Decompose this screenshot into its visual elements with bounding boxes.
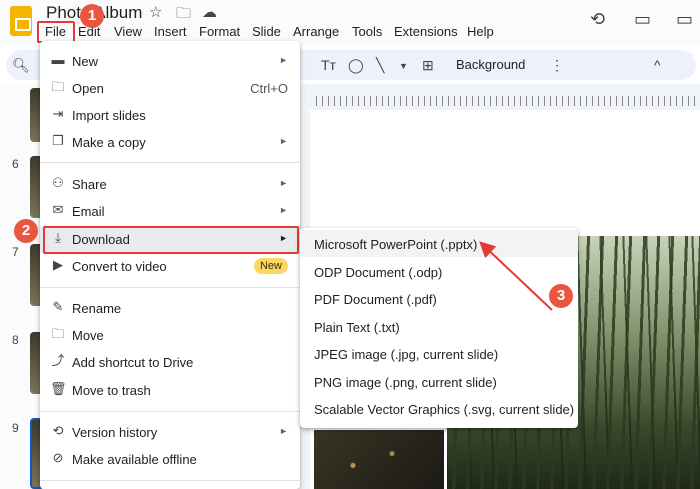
open-folder-icon: 🗀 xyxy=(51,79,65,94)
file-menu-dropdown: ▬ New ► 🗀 Open Ctrl+O ⇥ Import slides ❐ … xyxy=(40,41,300,489)
menu-help[interactable]: Help xyxy=(467,23,494,41)
menu-divider xyxy=(40,411,300,412)
slide-photo-image[interactable] xyxy=(314,430,444,489)
menu-format[interactable]: Format xyxy=(199,23,240,41)
email-icon: ✉ xyxy=(52,202,64,217)
move-icon: 🗀 xyxy=(51,326,65,341)
menu-arrange[interactable]: Arrange xyxy=(293,23,339,41)
present-icon[interactable]: ▭ xyxy=(676,9,693,30)
callout-badge-2: 2 xyxy=(14,219,38,243)
file-menu-item-move[interactable]: 🗀 Move xyxy=(40,322,300,349)
submenu-arrow-icon: ► xyxy=(279,136,288,146)
history-icon: ⟲ xyxy=(52,423,64,438)
submenu-item-label: PDF Document (.pdf) xyxy=(314,292,437,307)
slides-logo-icon[interactable] xyxy=(10,6,32,36)
file-menu-item-version-history[interactable]: ⟲ Version history ► xyxy=(40,419,300,446)
slide-number: 7 xyxy=(12,245,19,259)
comments-icon[interactable]: ▭ xyxy=(634,9,651,30)
file-menu-item-email[interactable]: ✉ Email ► xyxy=(40,198,300,225)
menu-divider xyxy=(40,480,300,481)
import-icon: ⇥ xyxy=(52,106,64,121)
new-icon: ▬ xyxy=(51,52,65,67)
submenu-item-label: JPEG image (.jpg, current slide) xyxy=(314,347,499,362)
keyboard-shortcut: Ctrl+O xyxy=(250,81,288,96)
file-menu-item-new[interactable]: ▬ New ► xyxy=(40,48,300,75)
horizontal-ruler xyxy=(316,96,700,106)
menu-item-label: Email xyxy=(72,204,105,219)
callout-badge-3: 3 xyxy=(549,284,573,308)
download-option-jpg[interactable]: JPEG image (.jpg, current slide) xyxy=(300,340,578,367)
file-menu-item-move-to-trash[interactable]: 🗑 Move to trash xyxy=(40,377,300,404)
menu-item-label: Rename xyxy=(72,301,122,316)
file-menu-item-make-available-offline[interactable]: ⊘ Make available offline xyxy=(40,446,300,473)
shape-icon[interactable]: ◯ xyxy=(348,57,364,74)
star-icon[interactable]: ☆ xyxy=(149,3,162,21)
download-highlight-box xyxy=(43,226,299,254)
file-menu-item-add-shortcut[interactable]: ⤴ Add shortcut to Drive xyxy=(40,349,300,376)
more-options-icon[interactable]: ⋮ xyxy=(550,57,564,74)
menu-item-label: Convert to video xyxy=(72,259,167,274)
menu-item-label: Make available offline xyxy=(72,452,197,467)
menu-item-label: Share xyxy=(72,177,107,192)
menu-item-label: Make a copy xyxy=(72,135,146,150)
menu-extensions[interactable]: Extensions xyxy=(394,23,458,41)
menu-item-label: Move xyxy=(72,328,104,343)
download-option-svg[interactable]: Scalable Vector Graphics (.svg, current … xyxy=(300,395,578,422)
menu-insert[interactable]: Insert xyxy=(154,23,187,41)
slide-number: 6 xyxy=(12,157,19,171)
cloud-saved-icon[interactable]: ☁ xyxy=(202,3,217,21)
text-style-icon[interactable]: Tт xyxy=(321,57,336,73)
file-menu-item-convert-to-video[interactable]: ▶ Convert to video New xyxy=(40,253,300,280)
file-menu-highlight-box xyxy=(37,21,75,43)
line-icon[interactable]: ╲ xyxy=(376,57,384,74)
download-option-png[interactable]: PNG image (.png, current slide) xyxy=(300,368,578,395)
collapse-toolbar-icon[interactable]: ^ xyxy=(654,57,661,73)
menu-slide[interactable]: Slide xyxy=(252,23,281,41)
menu-divider xyxy=(40,162,300,163)
menu-item-label: Add shortcut to Drive xyxy=(72,355,194,370)
submenu-arrow-icon: ► xyxy=(279,55,288,65)
comment-add-icon[interactable]: ⊞ xyxy=(422,57,434,74)
app-header: Photo Album ☆ 🗀 ☁ File Edit View Insert … xyxy=(0,0,700,46)
callout-arrow xyxy=(479,241,553,311)
video-icon: ▶ xyxy=(53,257,63,272)
submenu-item-label: Plain Text (.txt) xyxy=(314,320,400,335)
menu-item-label: Version history xyxy=(72,425,158,440)
version-history-icon[interactable]: ⟲ xyxy=(590,9,605,30)
trash-icon: 🗑 xyxy=(50,381,67,396)
menu-tools[interactable]: Tools xyxy=(352,23,382,41)
new-badge: New xyxy=(253,258,288,274)
shortcut-icon: ⤴ xyxy=(51,353,65,368)
share-icon: ⚇ xyxy=(52,175,64,190)
menu-item-label: Open xyxy=(72,81,104,96)
submenu-arrow-icon: ► xyxy=(279,178,288,188)
file-menu-item-make-a-copy[interactable]: ❐ Make a copy ► xyxy=(40,129,300,156)
submenu-item-label: Microsoft PowerPoint (.pptx) xyxy=(314,237,478,252)
submenu-arrow-icon: ► xyxy=(279,426,288,436)
file-menu-item-open[interactable]: 🗀 Open Ctrl+O xyxy=(40,75,300,102)
menu-view[interactable]: View xyxy=(114,23,142,41)
file-menu-item-rename[interactable]: ✎ Rename xyxy=(40,295,300,322)
slide-number: 9 xyxy=(12,421,19,435)
search-menus-icon[interactable]: 🔍︎ xyxy=(12,57,30,74)
copy-icon: ❐ xyxy=(52,133,64,148)
slide-number: 8 xyxy=(12,333,19,347)
menu-item-label: Move to trash xyxy=(72,383,151,398)
menu-item-label: Import slides xyxy=(72,108,146,123)
callout-badge-1: 1 xyxy=(80,4,104,28)
line-dropdown-chevron-icon[interactable]: ▼ xyxy=(399,61,408,71)
offline-icon: ⊘ xyxy=(52,450,64,465)
file-menu-item-import-slides[interactable]: ⇥ Import slides xyxy=(40,102,300,129)
file-menu-item-share[interactable]: ⚇ Share ► xyxy=(40,171,300,198)
pencil-icon: ✎ xyxy=(52,299,64,314)
submenu-arrow-icon: ► xyxy=(279,205,288,215)
menu-item-label: New xyxy=(72,54,99,69)
menu-divider xyxy=(40,287,300,288)
submenu-item-label: Scalable Vector Graphics (.svg, current … xyxy=(314,402,575,417)
submenu-item-label: ODP Document (.odp) xyxy=(314,265,443,280)
submenu-item-label: PNG image (.png, current slide) xyxy=(314,375,497,390)
background-button[interactable]: Background xyxy=(456,57,525,72)
